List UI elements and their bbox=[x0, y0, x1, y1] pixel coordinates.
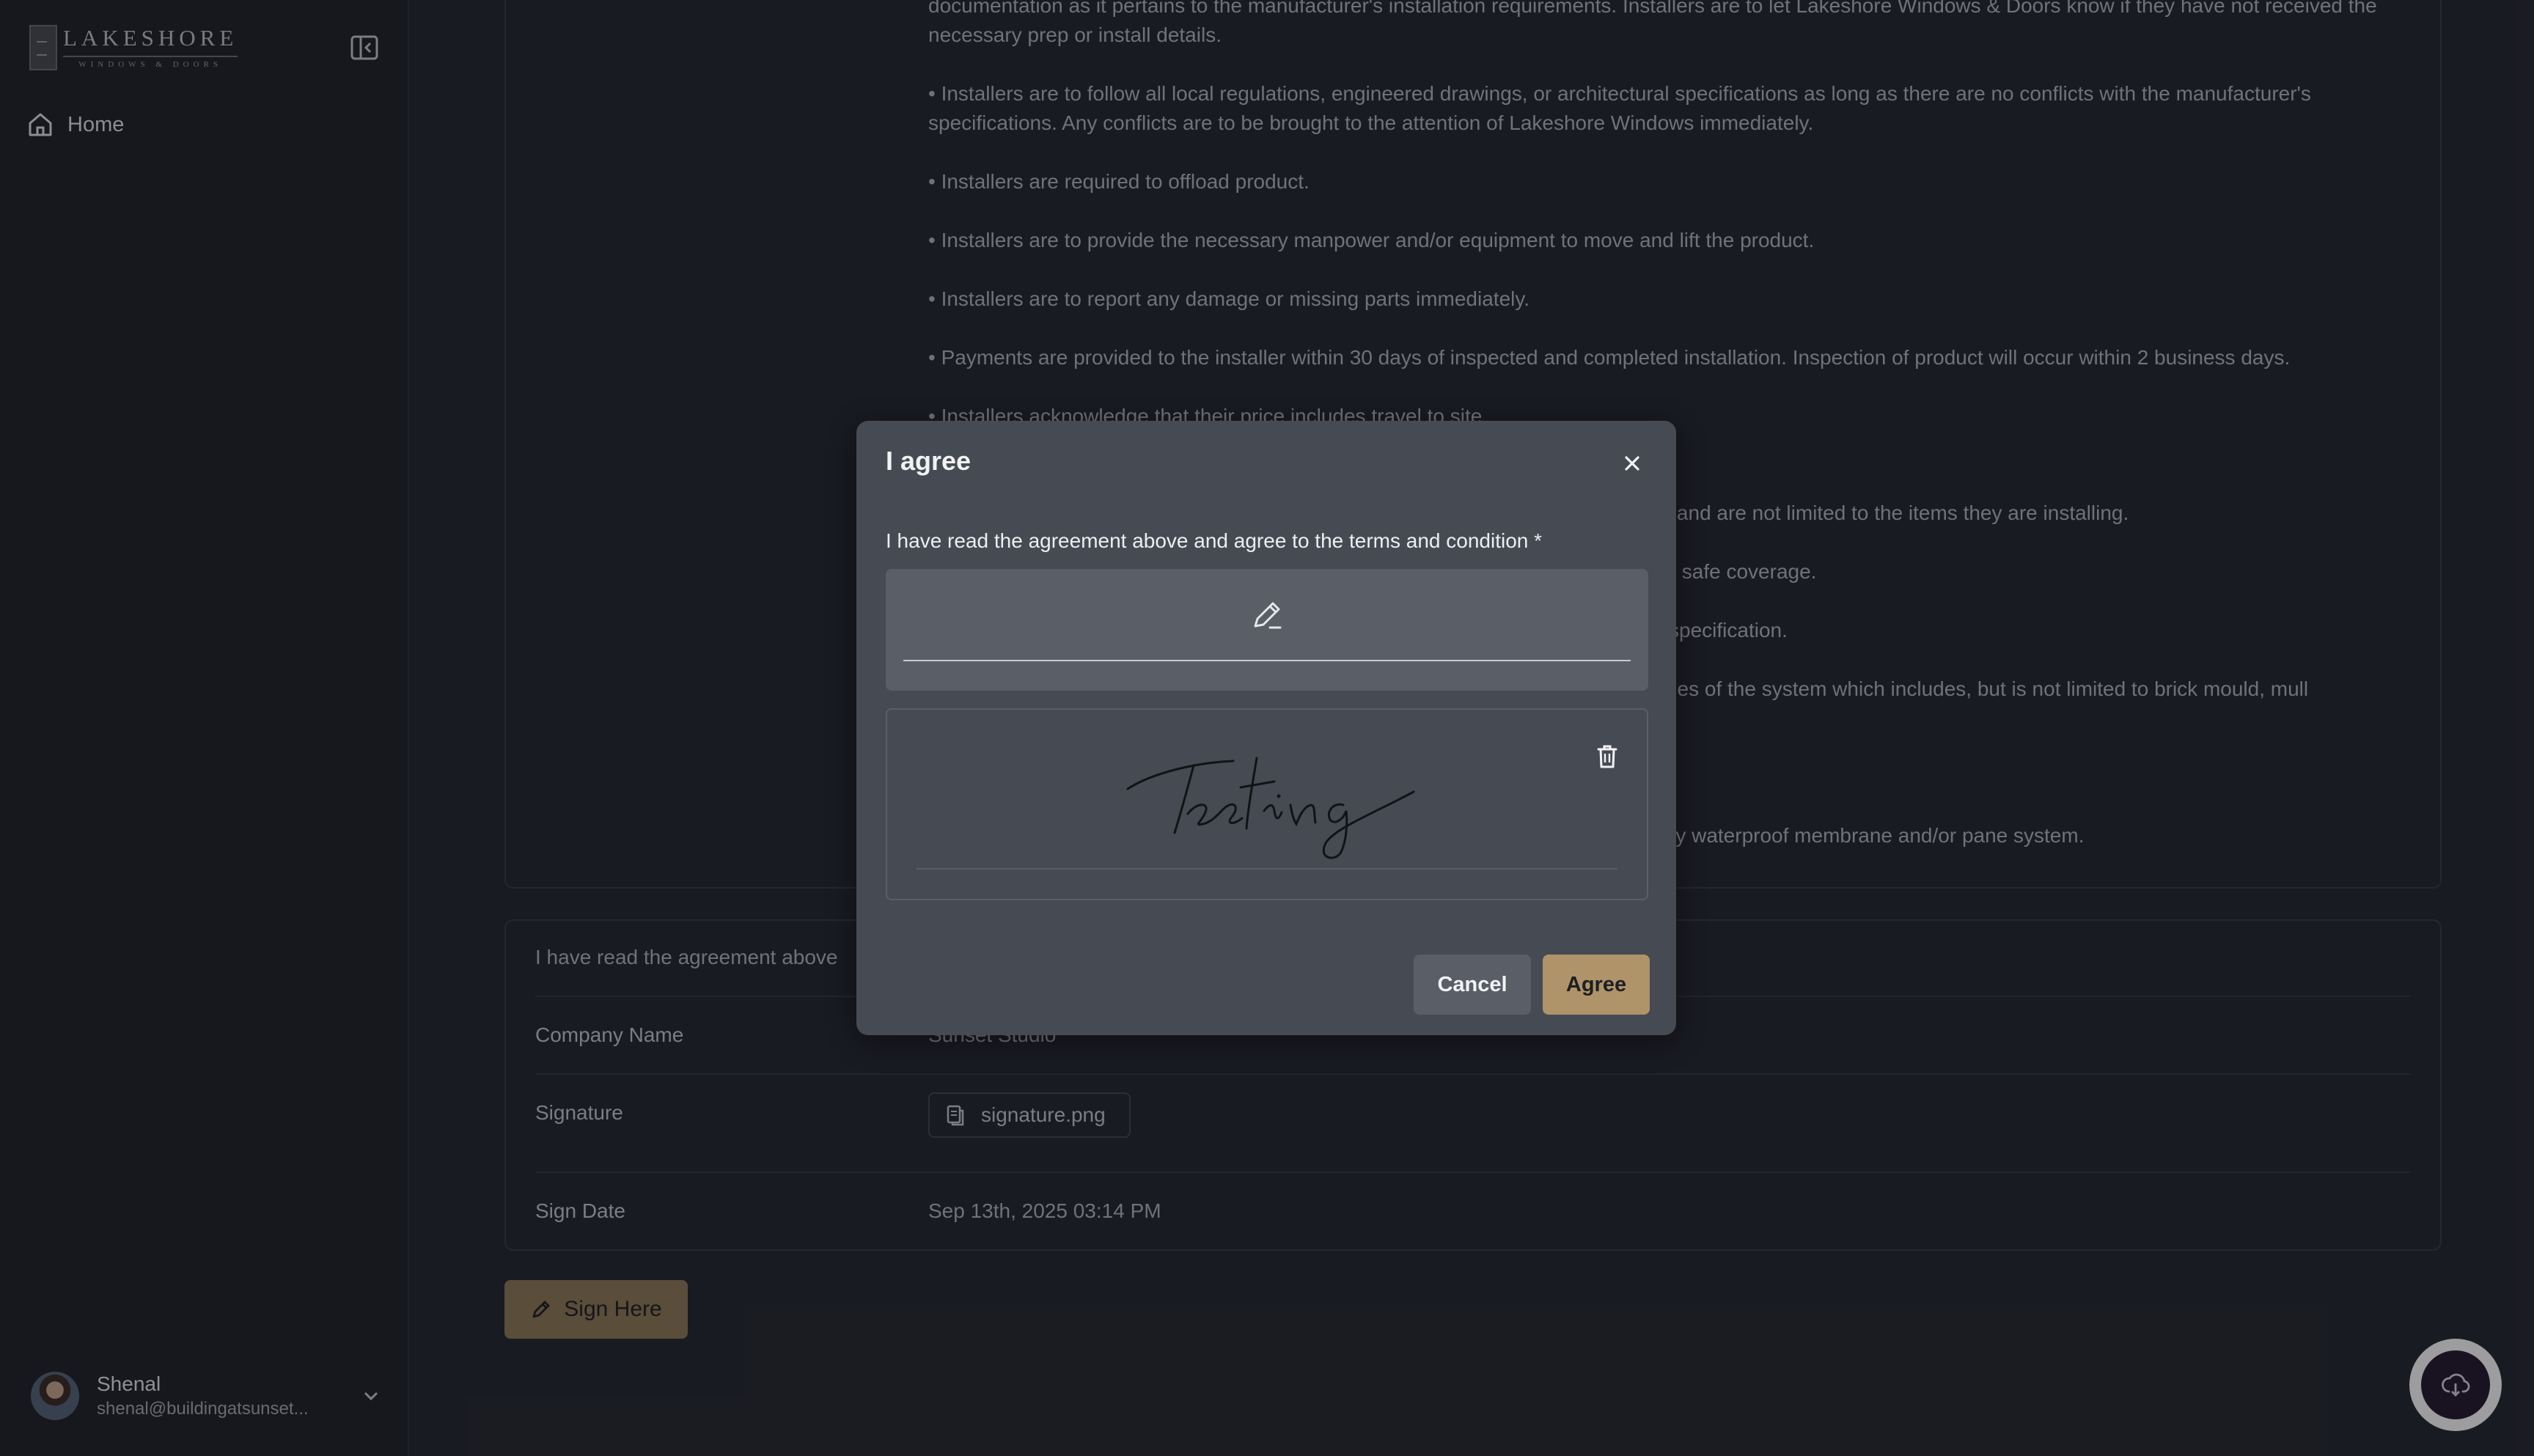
signature-pad[interactable] bbox=[886, 569, 1648, 691]
pen-icon bbox=[1254, 602, 1282, 629]
close-dialog-button[interactable] bbox=[1617, 449, 1647, 478]
cancel-button[interactable]: Cancel bbox=[1414, 955, 1531, 1015]
delete-signature-button[interactable] bbox=[1594, 742, 1620, 771]
signature-drawing bbox=[1126, 757, 1415, 859]
trash-icon bbox=[1597, 745, 1617, 768]
signature-line bbox=[903, 660, 1631, 661]
agree-button[interactable]: Agree bbox=[1543, 955, 1650, 1015]
signature-preview bbox=[886, 708, 1648, 900]
close-icon bbox=[1625, 456, 1639, 471]
required-marker: * bbox=[1534, 529, 1543, 552]
signature-field-label: I have read the agreement above and agre… bbox=[886, 529, 1543, 552]
dialog-title: I agree bbox=[886, 446, 972, 476]
signature-baseline bbox=[917, 868, 1617, 869]
agree-dialog: I agree I have read the agreement above … bbox=[856, 421, 1676, 1035]
